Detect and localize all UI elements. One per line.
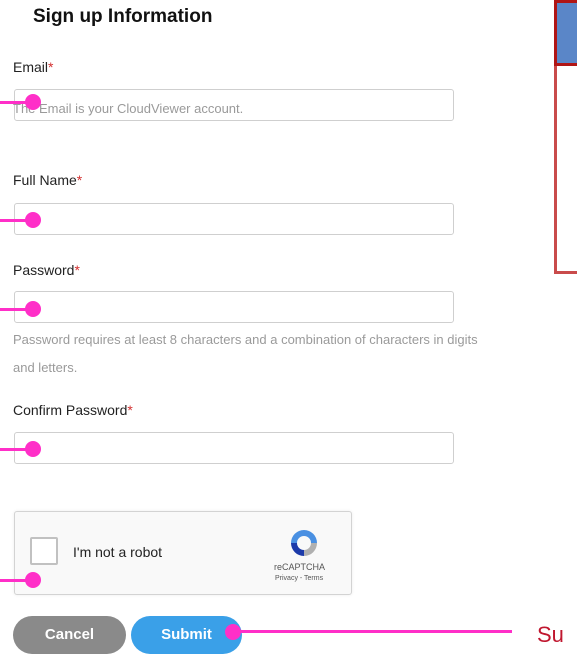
required-mark: *	[76, 172, 83, 188]
callout-dot-password	[25, 301, 41, 317]
required-mark: *	[48, 59, 54, 75]
password-hint-line1: Password requires at least 8 characters …	[13, 332, 478, 347]
recaptcha-links[interactable]: Privacy - Terms	[275, 575, 323, 582]
callout-dot-full-name	[25, 212, 41, 228]
callout-dot-email	[25, 94, 41, 110]
recaptcha-checkbox[interactable]	[30, 537, 58, 565]
password-field[interactable]	[14, 291, 454, 323]
password-label-text: Password	[13, 262, 75, 278]
callout-label: Su	[537, 622, 564, 647]
full-name-label: Full Name*	[13, 172, 82, 188]
side-frame-header	[554, 0, 577, 66]
callout-dot-submit	[225, 624, 241, 640]
required-mark: *	[74, 262, 80, 278]
callout-dot-captcha	[25, 572, 41, 588]
callout-dot-confirm-password	[25, 441, 41, 457]
required-mark: *	[127, 402, 133, 418]
page-title: Sign up Information	[33, 6, 213, 27]
email-label-text: Email	[13, 59, 49, 75]
confirm-password-field[interactable]	[14, 432, 454, 464]
recaptcha-brand: reCAPTCHA	[274, 562, 326, 572]
password-hint-line2: and letters.	[13, 360, 78, 375]
recaptcha-widget: I'm not a robot reCAPTCHA Privacy - Term…	[14, 511, 352, 595]
email-hint: The Email is your CloudViewer account.	[13, 101, 244, 116]
email-label: Email*	[13, 59, 53, 75]
full-name-field[interactable]	[14, 203, 454, 235]
cancel-button[interactable]: Cancel	[13, 616, 126, 654]
recaptcha-icon	[291, 530, 317, 556]
confirm-password-label-text: Confirm Password	[13, 402, 128, 418]
callout-line-submit	[232, 630, 512, 633]
recaptcha-label: I'm not a robot	[73, 544, 163, 560]
full-name-label-text: Full Name	[13, 172, 77, 188]
confirm-password-label: Confirm Password*	[13, 402, 133, 418]
signup-page: Sign up Information Email* The Email is …	[0, 0, 577, 655]
password-label: Password*	[13, 262, 80, 278]
